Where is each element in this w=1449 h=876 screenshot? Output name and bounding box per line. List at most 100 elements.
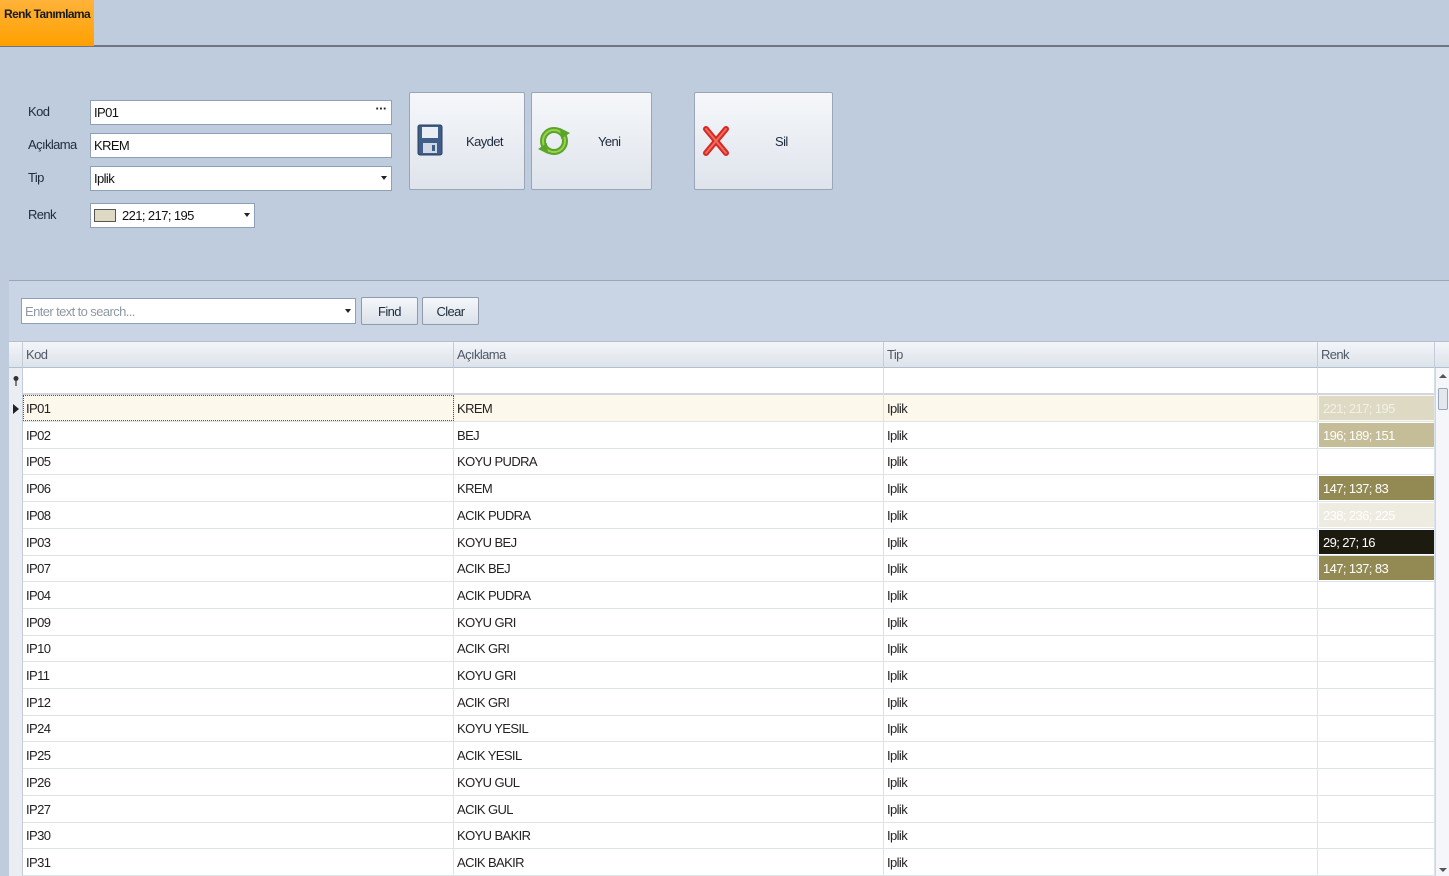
cell-renk[interactable] (1318, 448, 1435, 474)
cell-renk[interactable] (1318, 582, 1435, 608)
filter-cell-kod[interactable] (23, 368, 454, 395)
table-row[interactable]: IP01 KREM Iplik 221; 217; 195 (23, 395, 1435, 422)
cell-tip[interactable]: Iplik (884, 849, 1318, 875)
cell-kod[interactable]: IP24 (23, 715, 454, 741)
table-row[interactable]: IP04 ACIK PUDRA Iplik (23, 582, 1435, 609)
cell-aciklama[interactable]: KOYU BAKIR (454, 822, 884, 848)
table-row[interactable]: IP31 ACIK BAKIR Iplik (23, 849, 1435, 876)
cell-tip[interactable]: Iplik (884, 715, 1318, 741)
cell-tip[interactable]: Iplik (884, 582, 1318, 608)
cell-aciklama[interactable]: KREM (454, 395, 884, 421)
cell-kod[interactable]: IP01 (23, 395, 454, 421)
cell-tip[interactable]: Iplik (884, 422, 1318, 448)
cell-renk[interactable]: 238; 236; 225 (1318, 502, 1435, 528)
cell-renk[interactable]: 29; 27; 16 (1318, 529, 1435, 555)
cell-renk[interactable] (1318, 796, 1435, 822)
table-row[interactable]: IP08 ACIK PUDRA Iplik 238; 236; 225 (23, 502, 1435, 529)
cell-kod[interactable]: IP03 (23, 529, 454, 555)
cell-renk[interactable]: 221; 217; 195 (1318, 395, 1435, 421)
column-header-tip[interactable]: Tip (884, 342, 1318, 368)
cell-renk[interactable] (1318, 715, 1435, 741)
cell-tip[interactable]: Iplik (884, 448, 1318, 474)
cell-kod[interactable]: IP31 (23, 849, 454, 875)
yeni-button[interactable]: Yeni (531, 92, 652, 190)
cell-kod[interactable]: IP12 (23, 689, 454, 715)
cell-aciklama[interactable]: KOYU GRI (454, 662, 884, 688)
filter-cell-renk[interactable] (1318, 368, 1435, 395)
cell-kod[interactable]: IP30 (23, 822, 454, 848)
cell-aciklama[interactable]: KOYU YESIL (454, 715, 884, 741)
cell-kod[interactable]: IP04 (23, 582, 454, 608)
cell-renk[interactable] (1318, 689, 1435, 715)
table-row[interactable]: IP30 KOYU BAKIR Iplik (23, 822, 1435, 849)
table-row[interactable]: IP07 ACIK BEJ Iplik 147; 137; 83 (23, 555, 1435, 582)
clear-button[interactable]: Clear (422, 297, 479, 325)
column-header-kod[interactable]: Kod (23, 342, 454, 368)
cell-kod[interactable]: IP26 (23, 769, 454, 795)
vertical-scrollbar[interactable] (1435, 368, 1449, 876)
kod-field[interactable]: IP01 ··· (90, 100, 392, 125)
cell-aciklama[interactable]: ACIK BEJ (454, 555, 884, 581)
cell-renk[interactable] (1318, 769, 1435, 795)
cell-tip[interactable]: Iplik (884, 796, 1318, 822)
cell-tip[interactable]: Iplik (884, 742, 1318, 768)
aciklama-field[interactable]: KREM (90, 133, 392, 158)
find-button[interactable]: Find (361, 297, 418, 325)
table-row[interactable]: IP26 KOYU GUL Iplik (23, 769, 1435, 796)
tip-select[interactable]: Iplik (90, 166, 392, 191)
cell-kod[interactable]: IP25 (23, 742, 454, 768)
cell-tip[interactable]: Iplik (884, 609, 1318, 635)
cell-aciklama[interactable]: ACIK YESIL (454, 742, 884, 768)
cell-tip[interactable]: Iplik (884, 635, 1318, 661)
table-row[interactable]: IP25 ACIK YESIL Iplik (23, 742, 1435, 769)
cell-tip[interactable]: Iplik (884, 475, 1318, 501)
cell-aciklama[interactable]: ACIK BAKIR (454, 849, 884, 875)
search-input[interactable]: Enter text to search... (21, 298, 356, 324)
cell-renk[interactable] (1318, 742, 1435, 768)
scroll-up-icon[interactable] (1439, 374, 1447, 378)
column-header-aciklama[interactable]: Açıklama (454, 342, 884, 368)
table-row[interactable]: IP06 KREM Iplik 147; 137; 83 (23, 475, 1435, 502)
scrollbar-thumb[interactable] (1438, 388, 1448, 410)
renk-color-picker[interactable]: 221; 217; 195 (90, 203, 255, 228)
cell-renk[interactable] (1318, 849, 1435, 875)
cell-aciklama[interactable]: KOYU GRI (454, 609, 884, 635)
cell-aciklama[interactable]: ACIK GUL (454, 796, 884, 822)
filter-cell-tip[interactable] (884, 368, 1318, 395)
cell-tip[interactable]: Iplik (884, 529, 1318, 555)
cell-tip[interactable]: Iplik (884, 555, 1318, 581)
table-row[interactable]: IP11 KOYU GRI Iplik (23, 662, 1435, 689)
cell-renk[interactable]: 147; 137; 83 (1318, 475, 1435, 501)
table-row[interactable]: IP03 KOYU BEJ Iplik 29; 27; 16 (23, 529, 1435, 556)
cell-renk[interactable] (1318, 609, 1435, 635)
cell-kod[interactable]: IP11 (23, 662, 454, 688)
sil-button[interactable]: Sil (694, 92, 833, 190)
cell-aciklama[interactable]: ACIK PUDRA (454, 582, 884, 608)
cell-kod[interactable]: IP27 (23, 796, 454, 822)
cell-tip[interactable]: Iplik (884, 662, 1318, 688)
cell-kod[interactable]: IP06 (23, 475, 454, 501)
cell-kod[interactable]: IP09 (23, 609, 454, 635)
ellipsis-button[interactable]: ··· (372, 102, 390, 123)
table-row[interactable]: IP05 KOYU PUDRA Iplik (23, 448, 1435, 475)
cell-aciklama[interactable]: ACIK GRI (454, 635, 884, 661)
cell-kod[interactable]: IP05 (23, 448, 454, 474)
table-row[interactable]: IP09 KOYU GRI Iplik (23, 609, 1435, 636)
column-header-renk[interactable]: Renk (1318, 342, 1435, 368)
cell-tip[interactable]: Iplik (884, 689, 1318, 715)
cell-renk[interactable] (1318, 662, 1435, 688)
kaydet-button[interactable]: Kaydet (409, 92, 525, 190)
table-row[interactable]: IP12 ACIK GRI Iplik (23, 689, 1435, 716)
table-row[interactable]: IP02 BEJ Iplik 196; 189; 151 (23, 422, 1435, 449)
cell-tip[interactable]: Iplik (884, 822, 1318, 848)
cell-aciklama[interactable]: KOYU GUL (454, 769, 884, 795)
cell-kod[interactable]: IP02 (23, 422, 454, 448)
table-row[interactable]: IP27 ACIK GUL Iplik (23, 796, 1435, 823)
cell-tip[interactable]: Iplik (884, 502, 1318, 528)
filter-cell-aciklama[interactable] (454, 368, 884, 395)
cell-renk[interactable]: 196; 189; 151 (1318, 422, 1435, 448)
table-row[interactable]: IP24 KOYU YESIL Iplik (23, 715, 1435, 742)
cell-tip[interactable]: Iplik (884, 769, 1318, 795)
cell-aciklama[interactable]: KREM (454, 475, 884, 501)
cell-aciklama[interactable]: ACIK GRI (454, 689, 884, 715)
